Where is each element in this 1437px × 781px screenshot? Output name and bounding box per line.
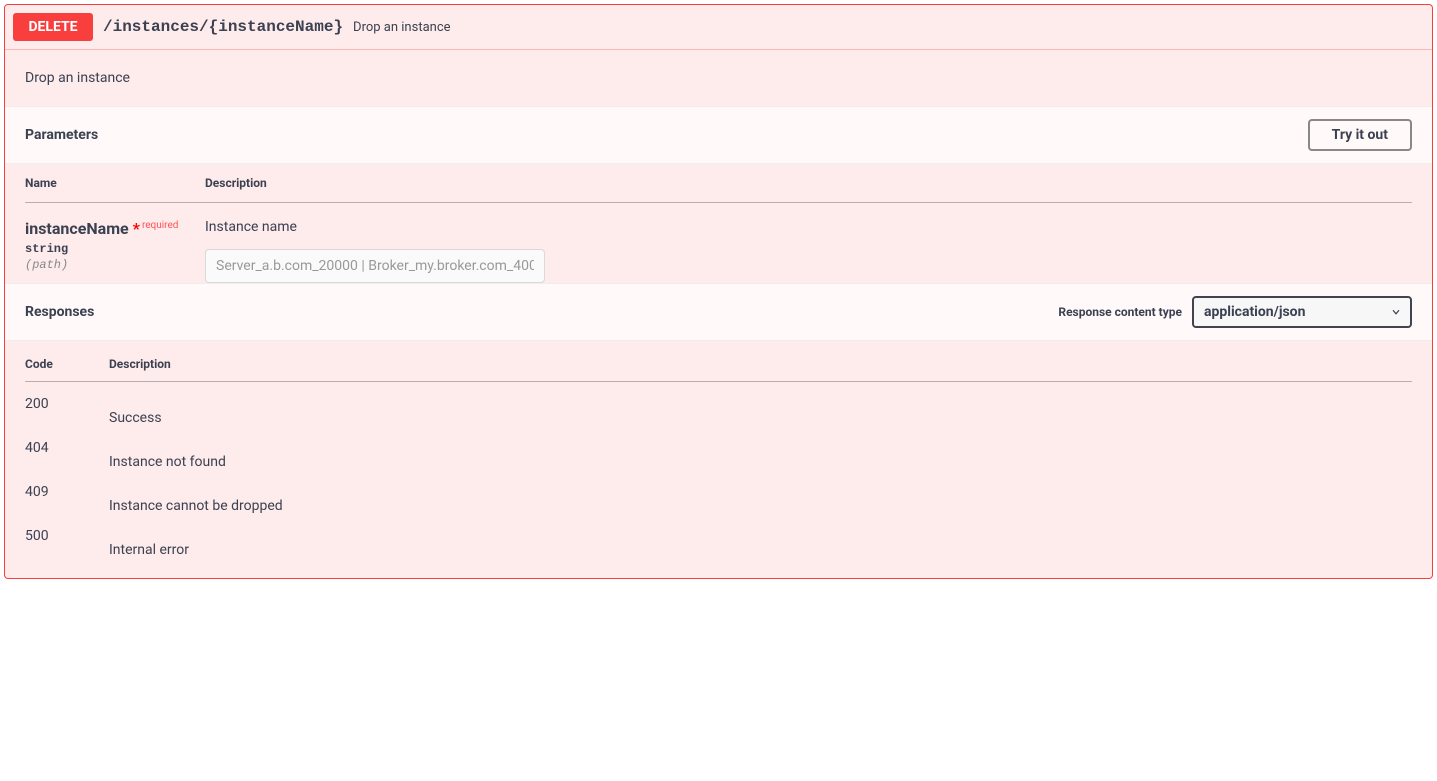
required-label: required [140,220,178,231]
responses-table: Code Description 200 Success 404 Instanc… [25,341,1412,558]
response-row: 500 Internal error [25,514,1412,558]
response-row: 404 Instance not found [25,426,1412,470]
parameter-in: (path) [25,258,205,272]
response-content-type: Response content type application/json [1058,296,1412,328]
responses-header: Responses Response content type applicat… [5,283,1432,341]
operation-path: /instances/{instanceName} [103,18,343,36]
operation-block: DELETE /instances/{instanceName} Drop an… [4,4,1433,579]
response-row: 200 Success [25,382,1412,427]
response-description: Internal error [109,514,1412,558]
parameters-title: Parameters [25,127,98,143]
response-code: 409 [25,470,109,514]
parameter-type: string [25,242,205,256]
response-description: Success [109,382,1412,427]
response-content-type-select[interactable]: application/json [1192,296,1412,328]
required-star-icon: * [129,219,140,238]
responses-col-code: Code [25,341,109,382]
parameters-header: Parameters Try it out [5,106,1432,164]
parameter-description: Instance name [205,219,1412,235]
parameters-col-name: Name [25,164,205,203]
response-code: 200 [25,382,109,427]
response-row: 409 Instance cannot be dropped [25,470,1412,514]
operation-summary-text: Drop an instance [353,20,450,35]
response-code: 500 [25,514,109,558]
parameter-input[interactable] [205,249,545,283]
parameter-row: instanceName *required string (path) Ins… [25,203,1412,284]
responses-title: Responses [25,304,94,320]
response-description: Instance cannot be dropped [109,470,1412,514]
response-content-type-label: Response content type [1058,305,1182,319]
parameters-table: Name Description instanceName *required … [25,164,1412,283]
method-badge: DELETE [13,13,93,41]
parameter-name: instanceName [25,219,129,238]
operation-description: Drop an instance [5,50,1432,106]
operation-summary[interactable]: DELETE /instances/{instanceName} Drop an… [5,5,1432,50]
parameters-col-description: Description [205,164,1412,203]
response-description: Instance not found [109,426,1412,470]
responses-col-description: Description [109,341,1412,382]
response-code: 404 [25,426,109,470]
try-it-out-button[interactable]: Try it out [1308,119,1412,151]
